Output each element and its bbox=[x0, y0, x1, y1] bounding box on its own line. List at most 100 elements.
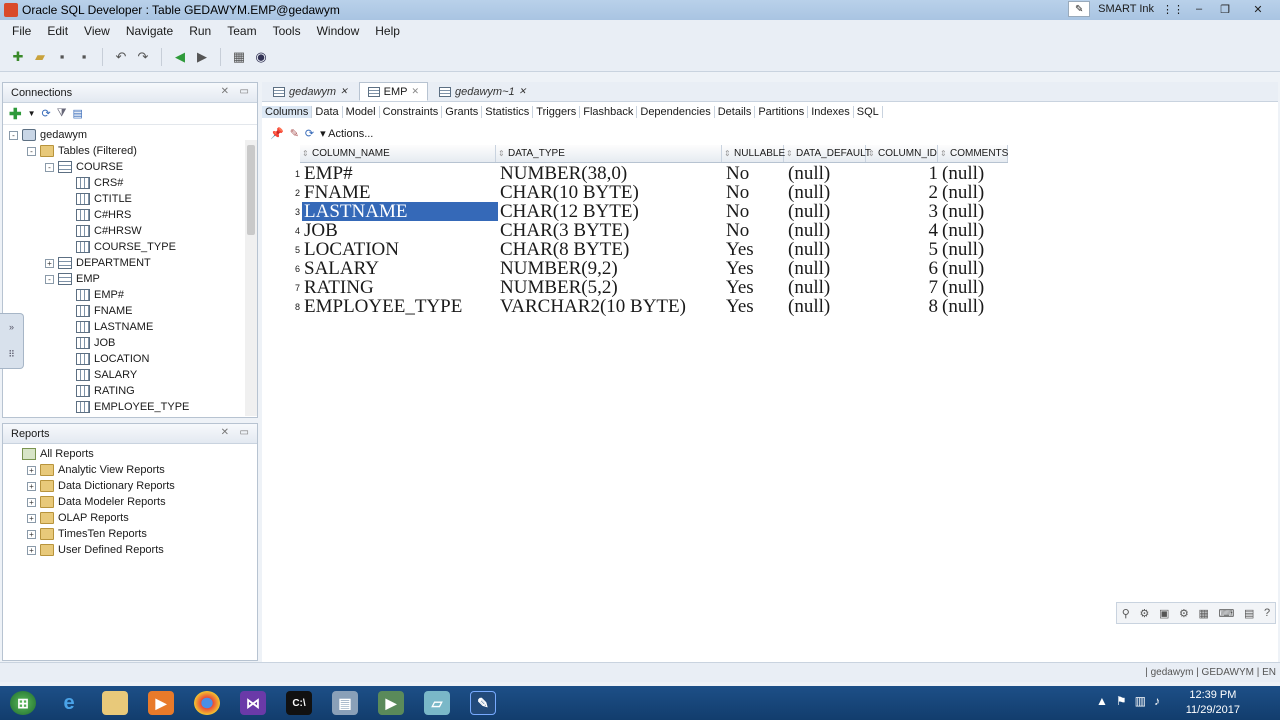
grid-cell[interactable]: No bbox=[724, 221, 786, 240]
open-icon[interactable]: ▰ bbox=[32, 49, 48, 65]
sql-worksheet-icon[interactable]: ▦ bbox=[231, 49, 247, 65]
grid-cell[interactable]: (null) bbox=[786, 278, 868, 297]
expand-icon[interactable]: + bbox=[27, 513, 36, 523]
expand-icon[interactable]: + bbox=[27, 497, 36, 507]
tree-node[interactable]: CRS# bbox=[63, 175, 123, 191]
subtab-partitions[interactable]: Partitions bbox=[755, 106, 809, 118]
tree-node[interactable]: + Data Dictionary Reports bbox=[27, 478, 175, 494]
column-header-data-type[interactable]: ⇕ DATA_TYPE bbox=[496, 145, 722, 162]
taskbar-terminal[interactable]: C:\ bbox=[276, 686, 322, 720]
subtab-data[interactable]: Data bbox=[312, 106, 343, 118]
grid-cell[interactable]: LOCATION bbox=[302, 240, 498, 259]
tree-node[interactable]: FNAME bbox=[63, 303, 133, 319]
table-row[interactable]: 3 LASTNAME CHAR(12 BYTE) No (null) 3 (null) bbox=[286, 202, 1010, 221]
subtab-triggers[interactable]: Triggers bbox=[533, 106, 581, 118]
minimize-button[interactable]: – bbox=[1186, 0, 1212, 18]
subtab-dependencies[interactable]: Dependencies bbox=[637, 106, 715, 118]
column-header-column-name[interactable]: ⇕ COLUMN_NAME bbox=[300, 145, 496, 162]
tree-node[interactable]: LASTNAME bbox=[63, 319, 153, 335]
tree-node[interactable]: - COURSE bbox=[45, 159, 123, 175]
tree-node[interactable]: + DEPARTMENT bbox=[45, 255, 151, 271]
subtab-flashback[interactable]: Flashback bbox=[580, 106, 638, 118]
grid-cell[interactable]: (null) bbox=[786, 202, 868, 221]
tree-node[interactable]: EMPLOYEE_TYPE bbox=[63, 399, 189, 415]
minimize-panel-icon[interactable]: ▭ bbox=[240, 86, 249, 97]
grid-cell[interactable]: (null) bbox=[940, 221, 1010, 240]
grid-icon[interactable]: ▦ bbox=[1198, 607, 1208, 620]
pin-icon[interactable]: 📌 bbox=[270, 127, 284, 140]
menu-help[interactable]: Help bbox=[367, 24, 408, 38]
save-all-icon[interactable]: ▪ bbox=[76, 49, 92, 65]
grid-cell[interactable]: (null) bbox=[786, 221, 868, 240]
schema-browser-icon[interactable]: ▤ bbox=[73, 107, 83, 120]
grip-icon[interactable]: ⋮⋮ bbox=[1162, 3, 1184, 16]
subtab-details[interactable]: Details bbox=[715, 106, 756, 118]
column-header-data-default[interactable]: ⇕ DATA_DEFAULT bbox=[784, 145, 871, 162]
collapse-icon[interactable]: - bbox=[45, 274, 54, 284]
taskbar-smart[interactable]: ✎ bbox=[460, 686, 506, 720]
grid-cell[interactable]: NUMBER(38,0) bbox=[498, 164, 724, 183]
taskbar-visual-studio[interactable]: ⋈ bbox=[230, 686, 276, 720]
table-row[interactable]: 4 JOB CHAR(3 BYTE) No (null) 4 (null) bbox=[286, 221, 1010, 240]
settings-icon[interactable]: ⚙ bbox=[1179, 607, 1189, 620]
editor-horizontal-scrollbar[interactable] bbox=[262, 647, 1262, 659]
grid-cell[interactable]: 3 bbox=[868, 202, 940, 221]
collapse-icon[interactable]: - bbox=[27, 146, 36, 156]
tree-node[interactable]: EMP# bbox=[63, 287, 124, 303]
taskbar-notes[interactable]: ▱ bbox=[414, 686, 460, 720]
pin-icon[interactable]: ⚲ bbox=[1122, 607, 1130, 620]
close-panel-icon[interactable]: ✕ bbox=[221, 427, 229, 438]
minimize-panel-icon[interactable]: ▭ bbox=[240, 427, 249, 438]
tree-node[interactable]: COURSE_TYPE bbox=[63, 239, 176, 255]
menu-window[interactable]: Window bbox=[309, 24, 368, 38]
collapse-icon[interactable]: - bbox=[9, 130, 18, 140]
panel-collapse-handle[interactable]: » ⠿ bbox=[0, 313, 24, 369]
table-row[interactable]: 7 RATING NUMBER(5,2) Yes (null) 7 (null) bbox=[286, 278, 1010, 297]
tree-node[interactable]: + User Defined Reports bbox=[27, 542, 164, 558]
grid-cell[interactable]: RATING bbox=[302, 278, 498, 297]
expand-icon[interactable]: + bbox=[27, 465, 36, 475]
system-clock[interactable]: 12:39 PM 11/29/2017 bbox=[1186, 688, 1240, 718]
grid-cell[interactable]: Yes bbox=[724, 278, 786, 297]
collapse-icon[interactable]: - bbox=[45, 162, 54, 172]
table-row[interactable]: 6 SALARY NUMBER(9,2) Yes (null) 6 (null) bbox=[286, 259, 1010, 278]
subtab-model[interactable]: Model bbox=[343, 106, 380, 118]
subtab-grants[interactable]: Grants bbox=[442, 106, 483, 118]
grid-cell[interactable]: (null) bbox=[940, 297, 1010, 316]
grid-cell[interactable]: CHAR(8 BYTE) bbox=[498, 240, 724, 259]
menu-navigate[interactable]: Navigate bbox=[118, 24, 181, 38]
tree-node[interactable]: + Analytic View Reports bbox=[27, 462, 165, 478]
maximize-button[interactable]: ❐ bbox=[1212, 0, 1238, 18]
menu-team[interactable]: Team bbox=[219, 24, 264, 38]
grid-cell[interactable]: LASTNAME bbox=[302, 202, 498, 221]
table-row[interactable]: 1 EMP# NUMBER(38,0) No (null) 1 (null) bbox=[286, 164, 1010, 183]
close-button[interactable]: ✕ bbox=[1238, 0, 1278, 18]
subtab-columns[interactable]: Columns bbox=[262, 106, 313, 118]
close-tab-icon[interactable]: ✕ bbox=[340, 86, 348, 97]
doc-tab-gedawym[interactable]: gedawym ✕ bbox=[264, 82, 357, 101]
taskbar-remote[interactable]: ▤ bbox=[322, 686, 368, 720]
pen-icon[interactable]: ✎ bbox=[1068, 1, 1091, 17]
subtab-statistics[interactable]: Statistics bbox=[482, 106, 534, 118]
flag-icon[interactable]: ⚑ bbox=[1116, 694, 1127, 708]
menu-run[interactable]: Run bbox=[181, 24, 219, 38]
redo-icon[interactable]: ↷ bbox=[135, 49, 151, 65]
grid-cell[interactable]: (null) bbox=[786, 240, 868, 259]
doc-tab-emp[interactable]: EMP ✕ bbox=[358, 82, 429, 101]
grid-cell[interactable]: Yes bbox=[724, 259, 786, 278]
taskbar-explorer[interactable] bbox=[92, 686, 138, 720]
grid-cell[interactable]: 2 bbox=[868, 183, 940, 202]
grid-cell[interactable]: CHAR(3 BYTE) bbox=[498, 221, 724, 240]
grid-cell[interactable]: NUMBER(9,2) bbox=[498, 259, 724, 278]
tree-node[interactable]: C#HRSW bbox=[63, 223, 142, 239]
close-tab-icon[interactable]: ✕ bbox=[411, 86, 419, 97]
grid-cell[interactable]: No bbox=[724, 183, 786, 202]
keyboard-icon[interactable]: ⌨ bbox=[1218, 607, 1234, 620]
subtab-sql[interactable]: SQL bbox=[854, 106, 883, 118]
grid-cell[interactable]: (null) bbox=[786, 259, 868, 278]
tree-node[interactable]: C#HRS bbox=[63, 207, 131, 223]
grid-cell[interactable]: 8 bbox=[868, 297, 940, 316]
doc-tab-gedawym1[interactable]: gedawym~1 ✕ bbox=[430, 82, 535, 101]
menu-view[interactable]: View bbox=[76, 24, 118, 38]
connections-scrollbar[interactable] bbox=[245, 140, 257, 416]
